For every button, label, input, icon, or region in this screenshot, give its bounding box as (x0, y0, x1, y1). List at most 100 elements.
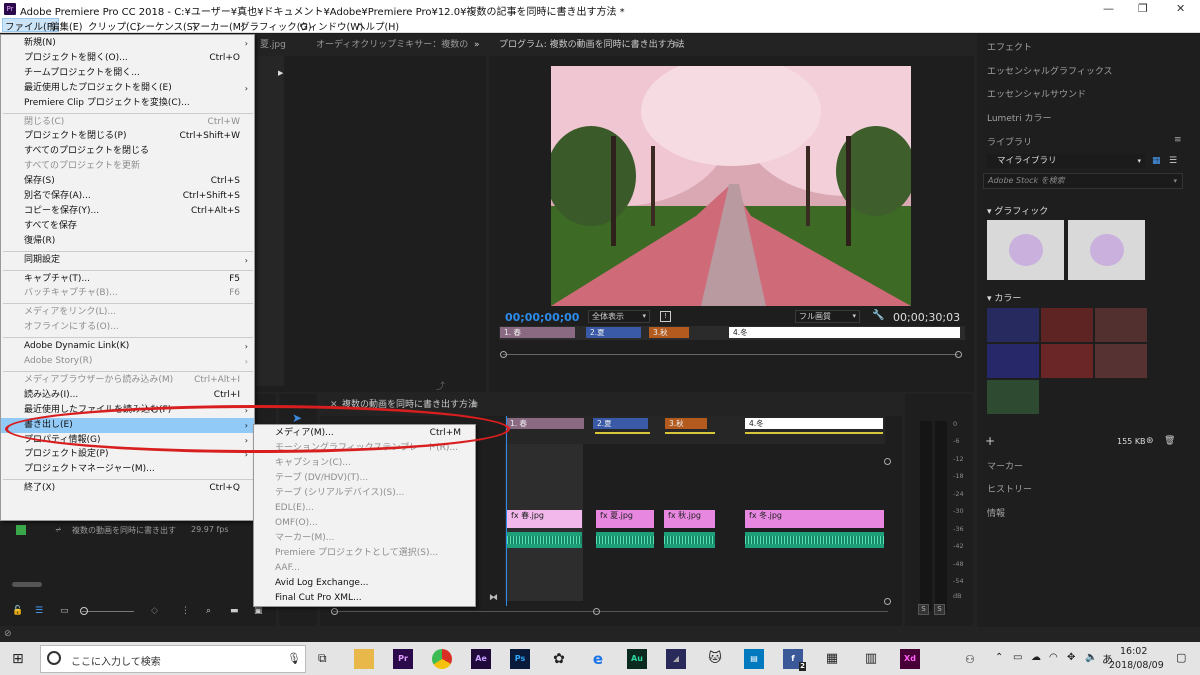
color-swatch[interactable] (1095, 344, 1147, 378)
color-swatch[interactable] (987, 344, 1039, 378)
marker-autumn[interactable]: 3.秋 (649, 327, 689, 338)
color-swatch[interactable] (987, 380, 1039, 414)
audio-clip-winter[interactable] (745, 532, 884, 548)
zoom-slider[interactable] (82, 611, 134, 612)
clock-date[interactable]: 2018/08/09 (1109, 660, 1164, 671)
wrench-icon[interactable]: 🔧 (872, 310, 884, 321)
task-view-icon[interactable]: ⧉ (318, 651, 327, 666)
menu-item[interactable]: 新規(N) › (1, 36, 254, 51)
settings-gear-icon[interactable]: ✿ (549, 649, 569, 669)
menu-item[interactable]: Final Cut Pro XML... (254, 591, 475, 606)
facebook-icon[interactable]: f2 (783, 649, 806, 671)
wifi-icon[interactable]: ◠ (1049, 652, 1058, 663)
timeline-scroll-handle-left[interactable] (331, 608, 338, 615)
menu-item[interactable]: Adobe Dynamic Link(K) › (1, 339, 254, 354)
maximize-button[interactable]: ❐ (1138, 2, 1148, 15)
premiere-taskbar-icon[interactable]: Pr (393, 649, 413, 669)
clip-winter[interactable]: fx 冬.jpg (745, 510, 884, 528)
clip-summer[interactable]: fx 夏.jpg (596, 510, 654, 528)
menu-item[interactable]: プロジェクトを閉じる(P) Ctrl+Shift+W (1, 129, 254, 144)
expand-tabs-icon[interactable]: » (474, 34, 480, 56)
add-element-icon[interactable]: + (985, 434, 995, 448)
menu-item[interactable]: プロジェクトを開く(O)... Ctrl+O (1, 51, 254, 66)
panel-menu-icon[interactable]: ≡ (471, 394, 479, 416)
timeline-scrollbar[interactable] (333, 611, 888, 612)
close-button[interactable]: ✕ (1176, 2, 1185, 15)
tab-source[interactable]: 夏.jpg (260, 34, 286, 56)
trash-icon[interactable]: 🗑 (1164, 436, 1175, 446)
adobe-stock-search[interactable]: Adobe Stock を検索 ▾ (983, 173, 1183, 189)
vertical-scroll-handle[interactable] (884, 598, 891, 605)
windows-start-icon[interactable]: ⊞ (12, 651, 24, 667)
after-effects-icon[interactable]: Ae (471, 649, 491, 669)
timeline-bowtie-icon[interactable]: ⧓ (489, 593, 498, 603)
panel-effects[interactable]: エフェクト (987, 40, 1032, 53)
menu-marker[interactable]: マーカー(M) (191, 19, 245, 33)
clip-autumn[interactable]: fx 秋.jpg (664, 510, 715, 528)
program-zoom-scrollbar[interactable] (503, 354, 958, 355)
menu-item[interactable]: Premiere Clip プロジェクトを変換(C)... (1, 96, 254, 111)
taskbar-search-box[interactable]: ここに入力して検索 🎙 (40, 645, 306, 673)
photoshop-icon[interactable]: Ps (510, 649, 530, 669)
vertical-scroll-handle[interactable] (884, 458, 891, 465)
graphics-section-header[interactable]: ▾ グラフィック (987, 204, 1048, 217)
menu-item[interactable]: 読み込み(I)... Ctrl+I (1, 388, 254, 403)
menu-item[interactable]: 終了(X) Ctrl+Q (1, 481, 254, 496)
menu-item[interactable]: すべてのプロジェクトを閉じる (1, 144, 254, 159)
panel-info[interactable]: 情報 (987, 506, 1005, 519)
marker-summer[interactable]: 2.夏 (586, 327, 641, 338)
color-swatch[interactable] (1041, 344, 1093, 378)
onedrive-icon[interactable]: ☁ (1031, 652, 1041, 663)
microphone-icon[interactable]: 🎙 (287, 652, 301, 665)
calculator-icon[interactable]: ▦ (822, 649, 842, 669)
scrollbar-handle-left[interactable] (500, 351, 507, 358)
lock-icon[interactable]: 🔓 (12, 606, 23, 616)
icon-view-icon[interactable]: ▭ (60, 606, 69, 616)
zoom-slider-handle[interactable] (80, 607, 88, 615)
audio-clip-summer[interactable] (596, 532, 654, 548)
menu-item[interactable]: プロジェクトマネージャー(M)... (1, 462, 254, 477)
new-bin-icon[interactable]: ▬ (230, 606, 239, 616)
tray-chevron-up-icon[interactable]: ⌃ (995, 652, 1003, 663)
sort-icon[interactable]: ◇ (151, 606, 158, 616)
dropbox-icon[interactable]: ✥ (1067, 652, 1075, 663)
automate-icon[interactable]: ⋮ (181, 606, 190, 616)
tab-audio-clip-mixer[interactable]: オーディオクリップミキサー：複数の (316, 34, 468, 56)
panel-lumetri-color[interactable]: Lumetri カラー (987, 111, 1051, 124)
grid-view-icon[interactable]: ▦ (1152, 156, 1161, 166)
calendar-icon[interactable]: ▥ (861, 649, 881, 669)
color-swatch[interactable] (987, 308, 1039, 342)
marker-spring[interactable]: 1. 春 (500, 327, 575, 338)
timeline-marker-summer[interactable]: 2.夏 (593, 418, 648, 429)
menu-sequence[interactable]: シーケンス(S) (136, 19, 196, 33)
list-view-icon[interactable]: ☰ (1169, 156, 1177, 166)
menu-help[interactable]: ヘルプ(H) (356, 19, 399, 33)
panel-menu-icon[interactable]: ≡ (672, 34, 680, 56)
menu-window[interactable]: ウィンドウ(W) (299, 19, 363, 33)
panel-history[interactable]: ヒストリー (987, 482, 1032, 495)
panel-essential-graphics[interactable]: エッセンシャルグラフィックス (987, 64, 1113, 77)
timeline-marker-winter[interactable]: 4.冬 (745, 418, 883, 429)
menu-item[interactable]: 最近使用したプロジェクトを開く(E) › (1, 81, 254, 96)
menu-item[interactable]: 別名で保存(A)... Ctrl+Shift+S (1, 189, 254, 204)
menu-item[interactable]: チームプロジェクトを開く... (1, 66, 254, 81)
project-sequence-name[interactable]: 複数の動画を同時に書き出す (72, 525, 176, 536)
chrome-icon[interactable] (432, 649, 452, 669)
settings-icon[interactable]: ! (660, 311, 671, 322)
timeline-scroll-handle-right[interactable] (593, 608, 600, 615)
search-icon[interactable]: ⌕ (206, 606, 211, 616)
color-swatch[interactable] (1041, 308, 1093, 342)
playback-resolution-dropdown[interactable]: フル画質 ▾ (795, 310, 860, 323)
library-selector[interactable]: マイライブラリ ▾ (987, 154, 1145, 168)
adobe-xd-icon[interactable]: Xd (900, 649, 920, 669)
people-icon[interactable]: ⚇ (965, 653, 975, 666)
file-explorer-icon[interactable] (354, 649, 374, 669)
timeline-ruler[interactable]: 1. 春 2.夏 3.秋 4.冬 (505, 416, 885, 444)
battery-icon[interactable]: ▭ (1013, 652, 1022, 663)
menu-item[interactable]: 復帰(R) (1, 234, 254, 249)
clip-spring[interactable]: fx 春.jpg (507, 510, 582, 528)
trello-icon[interactable]: ▤ (744, 649, 764, 669)
minimize-button[interactable]: — (1103, 2, 1114, 15)
colors-section-header[interactable]: ▾ カラー (987, 291, 1021, 304)
new-item-icon[interactable]: ▣ (254, 606, 263, 616)
